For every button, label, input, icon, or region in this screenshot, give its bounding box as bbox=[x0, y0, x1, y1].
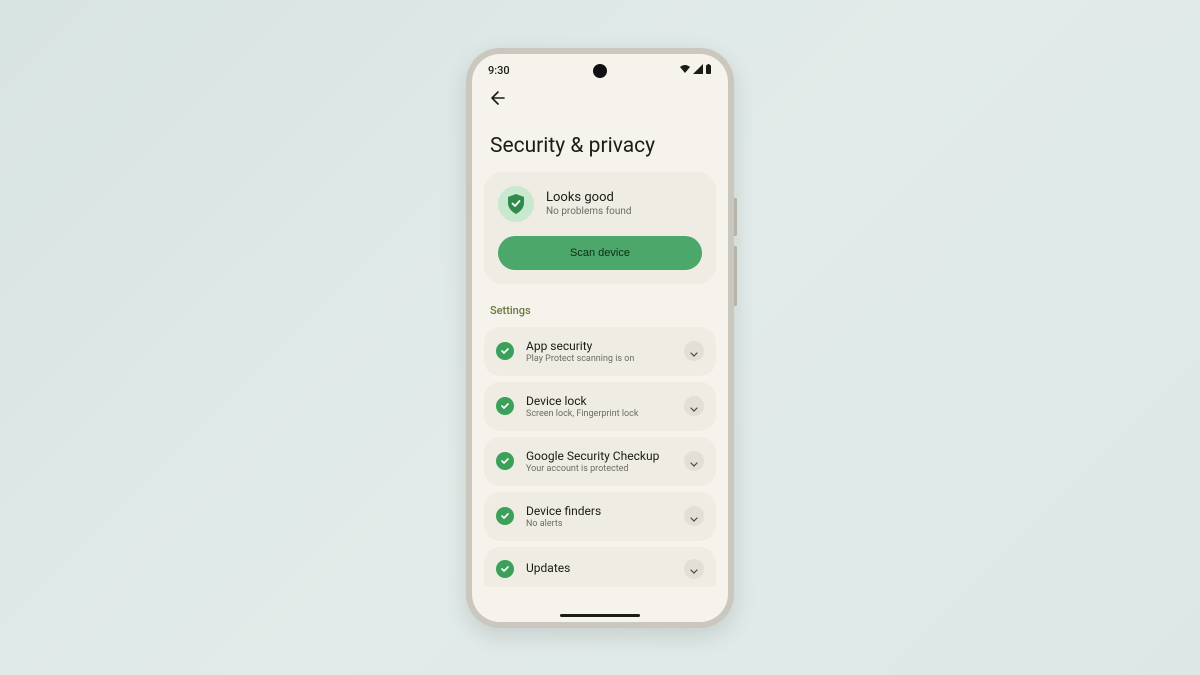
chevron-down-icon bbox=[690, 507, 698, 526]
settings-item-title: Google Security Checkup bbox=[526, 449, 672, 463]
expand-button[interactable] bbox=[684, 559, 704, 579]
status-title: Looks good bbox=[546, 190, 632, 205]
settings-item-app-security[interactable]: App security Play Protect scanning is on bbox=[484, 327, 716, 376]
signal-icon bbox=[693, 64, 703, 77]
phone-camera-cutout bbox=[593, 64, 607, 78]
settings-list: App security Play Protect scanning is on… bbox=[472, 327, 728, 587]
expand-button[interactable] bbox=[684, 506, 704, 526]
settings-item-subtitle: No alerts bbox=[526, 519, 672, 529]
settings-item-updates[interactable]: Updates bbox=[484, 547, 716, 587]
battery-icon bbox=[705, 64, 712, 78]
settings-item-title: App security bbox=[526, 339, 672, 353]
check-circle-icon bbox=[496, 452, 514, 470]
phone-screen: 9:30 Security & privacy bbox=[472, 54, 728, 622]
settings-item-subtitle: Play Protect scanning is on bbox=[526, 354, 672, 364]
arrow-left-icon bbox=[490, 90, 506, 110]
chevron-down-icon bbox=[690, 559, 698, 578]
expand-button[interactable] bbox=[684, 341, 704, 361]
settings-item-title: Device finders bbox=[526, 504, 672, 518]
chevron-down-icon bbox=[690, 397, 698, 416]
settings-item-device-finders[interactable]: Device finders No alerts bbox=[484, 492, 716, 541]
check-circle-icon bbox=[496, 397, 514, 415]
check-circle-icon bbox=[496, 507, 514, 525]
settings-item-subtitle: Your account is protected bbox=[526, 464, 672, 474]
chevron-down-icon bbox=[690, 452, 698, 471]
check-circle-icon bbox=[496, 342, 514, 360]
settings-item-google-security-checkup[interactable]: Google Security Checkup Your account is … bbox=[484, 437, 716, 486]
scan-device-button[interactable]: Scan device bbox=[498, 236, 702, 270]
settings-item-title: Updates bbox=[526, 561, 672, 575]
wifi-icon bbox=[679, 64, 691, 77]
expand-button[interactable] bbox=[684, 396, 704, 416]
security-status-card: Looks good No problems found Scan device bbox=[484, 172, 716, 284]
check-circle-icon bbox=[496, 560, 514, 578]
phone-frame: 9:30 Security & privacy bbox=[466, 48, 734, 628]
phone-side-button bbox=[734, 246, 737, 306]
page-title: Security & privacy bbox=[472, 114, 728, 172]
settings-item-title: Device lock bbox=[526, 394, 672, 408]
settings-item-device-lock[interactable]: Device lock Screen lock, Fingerprint loc… bbox=[484, 382, 716, 431]
expand-button[interactable] bbox=[684, 451, 704, 471]
nav-handle[interactable] bbox=[560, 614, 640, 617]
settings-item-subtitle: Screen lock, Fingerprint lock bbox=[526, 409, 672, 419]
status-time: 9:30 bbox=[488, 64, 510, 77]
shield-check-icon bbox=[498, 186, 534, 222]
status-subtitle: No problems found bbox=[546, 206, 632, 217]
chevron-down-icon bbox=[690, 342, 698, 361]
phone-side-button bbox=[734, 198, 737, 236]
back-button[interactable] bbox=[486, 88, 510, 112]
section-label-settings: Settings bbox=[472, 298, 728, 327]
